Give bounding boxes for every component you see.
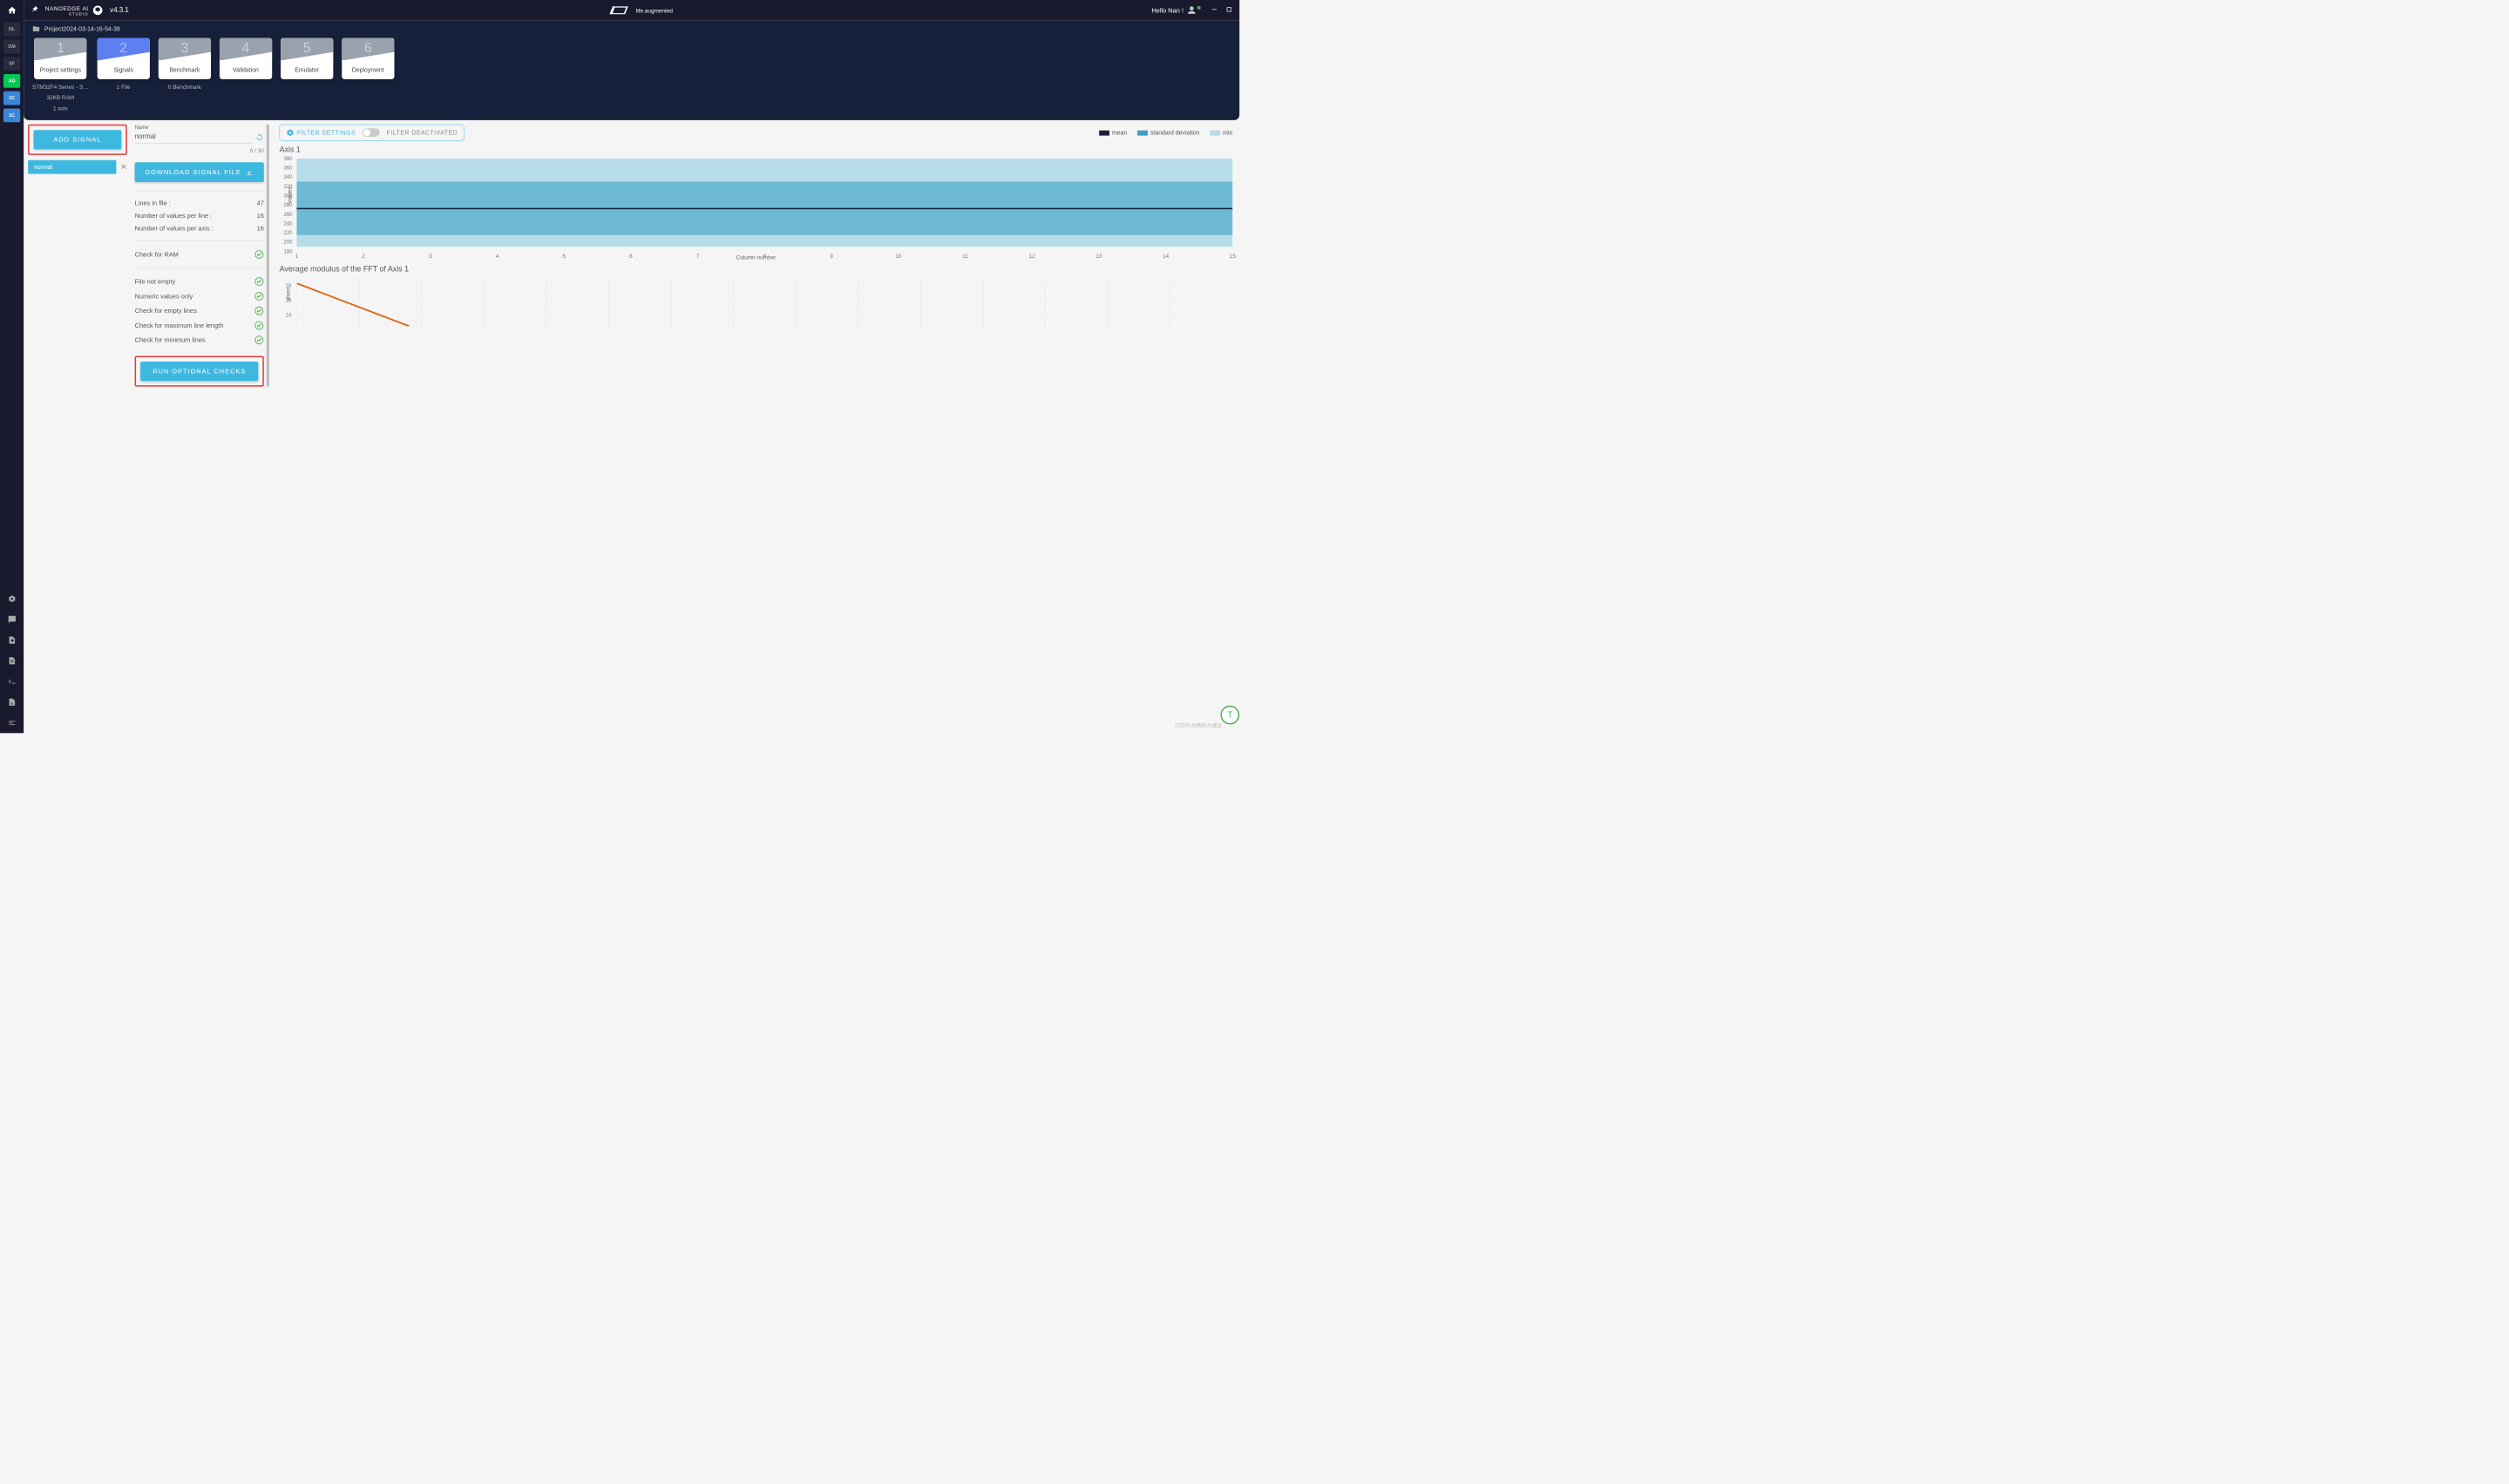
name-count: 6 / 30 — [135, 147, 264, 153]
chart2-title: Average modulus of the FFT of Axis 1 — [280, 265, 1233, 274]
user-block[interactable]: Hello Nan ! — [1151, 5, 1200, 15]
check-item: File not empty — [135, 274, 264, 289]
run-checks-highlight: RUN OPTIONAL CHECKS — [135, 356, 264, 387]
check-item: Check for empty lines — [135, 303, 264, 318]
minimize-icon[interactable] — [1211, 6, 1218, 15]
title-line1: NANOEDGE AI — [45, 5, 89, 11]
filter-toggle[interactable] — [363, 128, 380, 137]
chip-close-icon[interactable]: ✕ — [120, 162, 126, 171]
doc-search-icon[interactable] — [0, 630, 24, 651]
chart1-title: Axis 1 — [280, 145, 1233, 153]
step-card-6[interactable]: 6Deployment — [342, 37, 394, 78]
app-title: NANOEDGE AI STUDIO — [45, 4, 103, 16]
file-icon[interactable] — [0, 650, 24, 671]
title-line2: STUDIO — [45, 11, 89, 16]
breadcrumb: Project2024-03-14-16-54-39 — [32, 25, 1231, 33]
steps-panel: Project2024-03-14-16-54-39 1Project sett… — [24, 21, 1239, 120]
icon-sidebar: DL DM SF AD 1C 1C — [0, 0, 24, 733]
sidebar-1c-a[interactable]: 1C — [3, 91, 20, 105]
status-dot — [1197, 6, 1201, 10]
collapse-icon[interactable] — [0, 713, 24, 734]
check-item: Numeric values only — [135, 288, 264, 303]
st-logo: ST life.augmented — [129, 3, 1152, 17]
home-icon[interactable] — [0, 0, 24, 21]
check-item: Check for RAM — [135, 247, 264, 262]
export-icon[interactable] — [0, 692, 24, 713]
filter-settings-button[interactable]: FILTER SETTINGS FILTER DEACTIVATED — [280, 125, 465, 141]
watermark: CSDN @晚秋大魔王 — [1175, 722, 1222, 728]
name-field-label: Name — [135, 125, 264, 131]
pin-icon[interactable] — [31, 5, 38, 15]
signal-name-input[interactable] — [135, 131, 252, 144]
step-card-4[interactable]: 4Validation — [220, 37, 272, 78]
step-card-1[interactable]: 1Project settings — [34, 37, 86, 78]
logo-icon — [92, 4, 104, 16]
sidebar-1c-b[interactable]: 1C — [3, 108, 20, 122]
terminal-icon[interactable] — [0, 671, 24, 692]
gear-icon[interactable] — [0, 588, 24, 609]
chart-axis1: Values 180200220240260280300320340360380… — [296, 159, 1232, 252]
chart-fft: alues 141618 — [296, 278, 1232, 329]
download-button[interactable]: DOWNLOAD SIGNAL FILE — [135, 162, 264, 182]
refresh-icon[interactable] — [255, 132, 264, 142]
step-card-2[interactable]: 2Signals — [98, 37, 150, 78]
check-item: Check for minimum lines — [135, 333, 264, 348]
run-checks-button[interactable]: RUN OPTIONAL CHECKS — [140, 362, 258, 381]
top-bar: NANOEDGE AI STUDIO v4.3.1 ST life.augmen… — [24, 0, 1239, 21]
chart-legend: mean standard deviation min — [1099, 129, 1232, 136]
maximize-icon[interactable] — [1225, 6, 1232, 15]
step-card-5[interactable]: 5Emulator — [281, 37, 333, 78]
check-item: Check for maximum line length — [135, 318, 264, 333]
sidebar-dl[interactable]: DL — [3, 23, 20, 37]
svg-text:ST: ST — [617, 8, 625, 14]
sidebar-ad[interactable]: AD — [3, 74, 20, 88]
folder-icon — [32, 25, 40, 33]
sidebar-dm[interactable]: DM — [3, 39, 20, 53]
add-signal-highlight: ADD SIGNAL — [28, 125, 127, 155]
add-signal-button[interactable]: ADD SIGNAL — [34, 130, 122, 149]
signal-chip[interactable]: normal — [28, 160, 116, 174]
step-card-3[interactable]: 3Benchmark — [159, 37, 211, 78]
sidebar-sf[interactable]: SF — [3, 57, 20, 71]
user-icon — [1187, 5, 1197, 15]
chat-icon[interactable] — [0, 609, 24, 630]
help-badge[interactable]: T — [1220, 706, 1239, 725]
version-label: v4.3.1 — [110, 6, 129, 14]
